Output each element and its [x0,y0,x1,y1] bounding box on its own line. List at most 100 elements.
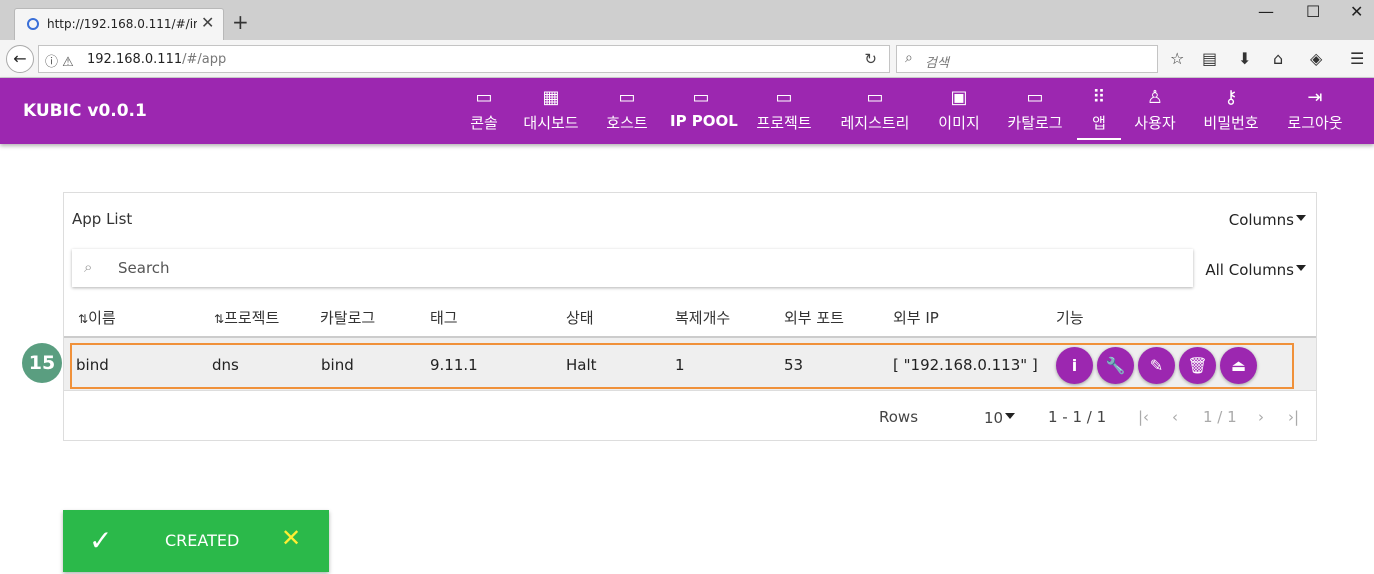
cell-status: Halt [566,356,597,374]
first-page-icon[interactable]: |‹ [1138,408,1149,426]
settings-button[interactable]: 🔧 [1097,347,1134,384]
cell-tag: 9.11.1 [430,356,478,374]
close-toast-icon[interactable]: ✕ [281,524,301,552]
reload-icon[interactable]: ↻ [864,50,877,68]
cell-project: dns [212,356,239,374]
browser-nav-bar: ← ⓘ ⚠ 192.168.0.111/#/app ↻ ⌕ 검색 ☆ ▤ ⬇ ⌂… [0,40,1374,78]
toast-message: CREATED [165,531,240,550]
caret-down-icon [1296,265,1306,271]
reading-list-icon[interactable]: ▤ [1202,49,1217,68]
step-badge: 15 [22,343,62,383]
table-search-input[interactable]: ⌕ Search [72,249,1193,287]
favicon-icon [27,18,39,30]
sort-icon: ⇅ [214,312,225,326]
browser-tab-bar: http://192.168.0.111/#/imag ✕ + — ☐ ✕ [0,0,1374,40]
header-name[interactable]: ⇅이름 [78,307,116,328]
header-project[interactable]: ⇅프로젝트 [214,307,279,328]
rows-per-page-select[interactable]: 10 [984,409,1016,427]
eject-button[interactable]: ⏏ [1220,347,1257,384]
nav-project[interactable]: ▭ 프로젝트 [751,86,817,140]
window-close-icon[interactable]: ✕ [1350,2,1363,21]
image-icon: ▣ [950,87,968,108]
maximize-icon[interactable]: ☐ [1306,2,1320,21]
browser-tab[interactable]: http://192.168.0.111/#/imag ✕ [14,8,224,40]
nav-logout[interactable]: ⇥ 로그아웃 [1282,86,1348,140]
laptop-icon: ▭ [475,87,493,108]
prev-page-icon[interactable]: ‹ [1172,408,1178,426]
header-actions: 기능 [1056,309,1084,327]
download-icon[interactable]: ⬇ [1238,49,1251,68]
header-ip: 외부 IP [893,309,939,327]
search-icon: ⌕ [84,258,93,276]
search-icon: ⌕ [905,50,913,66]
bookmark-star-icon[interactable]: ☆ [1170,49,1184,68]
close-tab-icon[interactable]: ✕ [201,13,214,32]
key-icon: ⚷ [1224,87,1238,108]
person-icon: ♙ [1146,87,1164,108]
app-brand: KUBIC v0.0.1 [23,101,147,121]
nav-ip-pool[interactable]: ▭ IP POOL [670,86,738,140]
pocket-icon[interactable]: ◈ [1310,49,1322,68]
header-status: 상태 [566,309,594,327]
header-catalog: 카탈로그 [320,309,376,327]
row-divider [64,390,1316,391]
laptop-icon: ▭ [866,87,884,108]
browser-search-placeholder: 검색 [925,56,949,71]
url-bar[interactable]: ⓘ ⚠ 192.168.0.111/#/app ↻ [38,45,890,73]
toast-notification: ✓ CREATED ✕ [63,510,329,572]
url-host: 192.168.0.111 [87,52,183,67]
caret-down-icon [1005,413,1016,419]
nav-console[interactable]: ▭ 콘솔 [466,86,502,140]
nav-catalog[interactable]: ▭ 카탈로그 [1002,86,1068,140]
delete-button[interactable]: 🗑 [1179,347,1216,384]
last-page-icon[interactable]: ›| [1288,408,1299,426]
app-list-card: App List Columns ⌕ Search All Columns ⇅이… [63,192,1317,441]
search-column-dropdown[interactable]: All Columns [1205,261,1306,279]
cell-port: 53 [784,356,804,374]
rows-label: Rows [879,408,919,426]
cell-catalog: bind [321,356,354,374]
header-tag: 태그 [430,309,458,327]
laptop-icon: ▭ [618,87,636,108]
nav-dashboard[interactable]: ▦ 대시보드 [518,86,584,140]
app-header: KUBIC v0.0.1 ▭ 콘솔 ▦ 대시보드 ▭ 호스트 ▭ IP POOL… [0,78,1374,144]
pencil-icon: ✎ [1149,356,1164,375]
browser-search-input[interactable]: ⌕ 검색 [896,45,1158,73]
laptop-icon: ▭ [775,87,793,108]
nav-password[interactable]: ⚷ 비밀번호 [1198,86,1264,140]
caret-down-icon [1296,215,1306,221]
new-tab-icon[interactable]: + [232,10,249,34]
nav-image[interactable]: ▣ 이미지 [934,86,984,140]
nav-user[interactable]: ♙ 사용자 [1130,86,1180,140]
search-placeholder: Search [118,259,170,277]
cell-name: bind [76,356,109,374]
home-icon[interactable]: ⌂ [1273,49,1283,68]
next-page-icon[interactable]: › [1258,408,1264,426]
laptop-icon: ▭ [1026,87,1044,108]
laptop-icon: ▭ [692,87,710,108]
tab-title: http://192.168.0.111/#/imag [47,17,197,31]
site-info-icon[interactable]: ⓘ ⚠ [45,51,74,70]
header-port: 외부 포트 [784,309,844,327]
nav-host[interactable]: ▭ 호스트 [602,86,652,140]
apps-grid-icon: ⠿ [1092,87,1106,108]
page-indicator: 1 / 1 [1203,408,1237,426]
card-title: App List [72,210,133,228]
minimize-icon[interactable]: — [1258,2,1274,21]
sort-icon: ⇅ [78,312,89,326]
edit-button[interactable]: ✎ [1138,347,1175,384]
range-label: 1 - 1 / 1 [1048,408,1107,426]
cell-replicas: 1 [675,356,685,374]
back-button[interactable]: ← [6,45,34,73]
eject-icon: ⏏ [1230,356,1247,375]
wrench-icon: 🔧 [1105,356,1126,375]
info-icon: i [1071,356,1078,375]
nav-registry[interactable]: ▭ 레지스트리 [835,86,915,140]
logout-icon: ⇥ [1307,87,1323,108]
nav-app[interactable]: ⠿ 앱 [1077,86,1121,140]
header-replicas: 복제개수 [675,309,731,327]
columns-dropdown[interactable]: Columns [1229,211,1306,229]
info-button[interactable]: i [1056,347,1093,384]
check-icon: ✓ [89,524,113,557]
menu-icon[interactable]: ☰ [1350,49,1364,68]
